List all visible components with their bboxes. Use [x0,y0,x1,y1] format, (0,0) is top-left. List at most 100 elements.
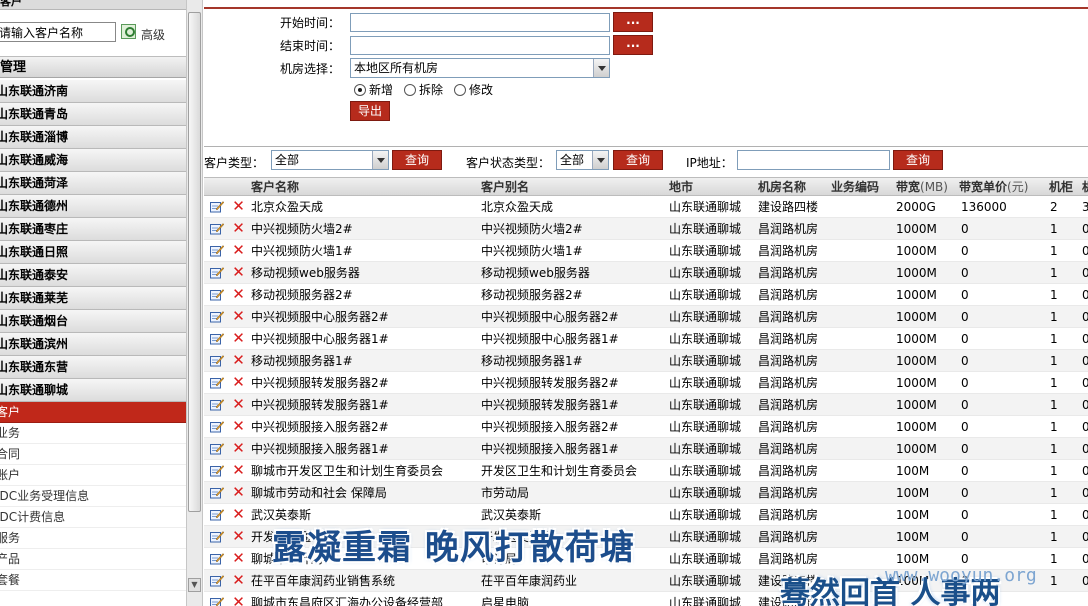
edit-icon[interactable] [210,222,224,235]
search-icon[interactable] [121,24,136,39]
customer-status-select[interactable]: 全部 [556,150,609,170]
query-type-button[interactable]: 查询 [392,150,442,170]
end-time-picker-button[interactable]: ... [613,35,653,55]
radio-circle-icon[interactable] [354,84,366,96]
delete-icon[interactable]: ✕ [232,286,245,302]
col-extra[interactable]: 机 [1082,178,1088,197]
end-time-input[interactable] [350,36,610,55]
col-bandwidth-price[interactable]: 带宽单价(元) [959,178,1028,197]
query-ip-button[interactable]: 查询 [893,150,943,170]
delete-icon[interactable]: ✕ [232,396,245,412]
edit-icon[interactable] [210,442,224,455]
room-select[interactable]: 本地区所有机房 [350,58,610,78]
sidebar-item-city[interactable]: 山东联通东营 [0,356,186,379]
delete-icon[interactable]: ✕ [232,352,245,368]
chevron-down-icon[interactable] [593,59,609,77]
delete-icon[interactable]: ✕ [232,264,245,280]
sub-menu-item[interactable]: 合同 [0,444,186,465]
sidebar-item-city[interactable]: 山东联通青岛 [0,103,186,126]
sidebar-item-city[interactable]: 山东联通淄博 [0,126,186,149]
export-button[interactable]: 导出 [350,101,390,121]
start-time-picker-button[interactable]: ... [613,12,653,32]
delete-icon[interactable]: ✕ [232,220,245,236]
cell-customer-alias: 移动视频web服务器 [481,266,590,280]
sidebar-item-city[interactable]: 山东联通菏泽 [0,172,186,195]
sub-menu-item[interactable]: 服务 [0,528,186,549]
edit-icon[interactable] [210,354,224,367]
col-customer-name[interactable]: 客户名称 [251,178,299,197]
sidebar-item-city[interactable]: 山东联通莱芜 [0,287,186,310]
delete-icon[interactable]: ✕ [232,462,245,478]
edit-icon[interactable] [210,376,224,389]
sidebar-item-city[interactable]: 山东联通枣庄 [0,218,186,241]
radio-option[interactable]: 修改 [454,83,493,97]
edit-icon[interactable] [210,552,224,565]
delete-icon[interactable]: ✕ [232,374,245,390]
delete-icon[interactable]: ✕ [232,550,245,566]
sub-menu-item[interactable]: IDC计费信息 [0,507,186,528]
col-cabinet[interactable]: 机柜 [1049,178,1073,197]
start-time-input[interactable] [350,13,610,32]
edit-icon[interactable] [210,332,224,345]
advanced-search-link[interactable]: 高级 [141,26,165,43]
edit-icon[interactable] [210,530,224,543]
edit-icon[interactable] [210,266,224,279]
sidebar-item-city[interactable]: 山东联通滨州 [0,333,186,356]
customer-name-search-input[interactable] [0,22,116,42]
edit-icon[interactable] [210,596,224,606]
edit-icon[interactable] [210,310,224,323]
scroll-down-icon[interactable]: ▼ [188,578,201,592]
edit-icon[interactable] [210,486,224,499]
delete-icon[interactable]: ✕ [232,242,245,258]
customer-type-select[interactable]: 全部 [271,150,389,170]
delete-icon[interactable]: ✕ [232,440,245,456]
col-city[interactable]: 地市 [669,178,693,197]
chevron-down-icon[interactable] [372,151,388,169]
cell-city: 山东联通聊城 [669,552,742,566]
sidebar-item-city[interactable]: 山东联通聊城 [0,379,186,402]
sidebar-scrollbar[interactable]: ▼ [186,0,203,606]
edit-icon[interactable] [210,464,224,477]
sidebar-item-city[interactable]: 山东联通济南 [0,80,186,103]
sub-menu-item[interactable]: 客户 [0,402,186,423]
ip-address-input[interactable] [737,150,890,170]
edit-icon[interactable] [210,420,224,433]
edit-icon[interactable] [210,574,224,587]
sub-menu-item[interactable]: IDC业务受理信息 [0,486,186,507]
delete-icon[interactable]: ✕ [232,330,245,346]
delete-icon[interactable]: ✕ [232,594,245,606]
sub-menu-item[interactable]: 套餐 [0,570,186,591]
query-status-button[interactable]: 查询 [613,150,663,170]
sidebar-item-city[interactable]: 山东联通日照 [0,241,186,264]
sub-menu-item[interactable]: 产品 [0,549,186,570]
chevron-down-icon[interactable] [592,151,608,169]
edit-icon[interactable] [210,288,224,301]
scrollbar-thumb[interactable] [188,12,201,512]
radio-circle-icon[interactable] [454,84,466,96]
sidebar-section-title[interactable]: 管理 [0,56,186,78]
col-business-code[interactable]: 业务编码 [831,178,879,197]
sub-menu-item[interactable]: 账户 [0,465,186,486]
delete-icon[interactable]: ✕ [232,528,245,544]
edit-icon[interactable] [210,508,224,521]
col-room-name[interactable]: 机房名称 [758,178,806,197]
edit-icon[interactable] [210,244,224,257]
delete-icon[interactable]: ✕ [232,484,245,500]
sidebar-item-city[interactable]: 山东联通德州 [0,195,186,218]
edit-icon[interactable] [210,200,224,213]
col-customer-alias[interactable]: 客户别名 [481,178,529,197]
delete-icon[interactable]: ✕ [232,506,245,522]
col-bandwidth[interactable]: 带宽(MB) [896,178,948,197]
radio-option[interactable]: 新增 [354,83,393,97]
delete-icon[interactable]: ✕ [232,198,245,214]
delete-icon[interactable]: ✕ [232,308,245,324]
radio-circle-icon[interactable] [404,84,416,96]
sidebar-item-city[interactable]: 山东联通烟台 [0,310,186,333]
delete-icon[interactable]: ✕ [232,418,245,434]
delete-icon[interactable]: ✕ [232,572,245,588]
edit-icon[interactable] [210,398,224,411]
radio-option[interactable]: 拆除 [404,83,443,97]
sidebar-item-city[interactable]: 山东联通威海 [0,149,186,172]
sidebar-item-city[interactable]: 山东联通泰安 [0,264,186,287]
sub-menu-item[interactable]: 业务 [0,423,186,444]
